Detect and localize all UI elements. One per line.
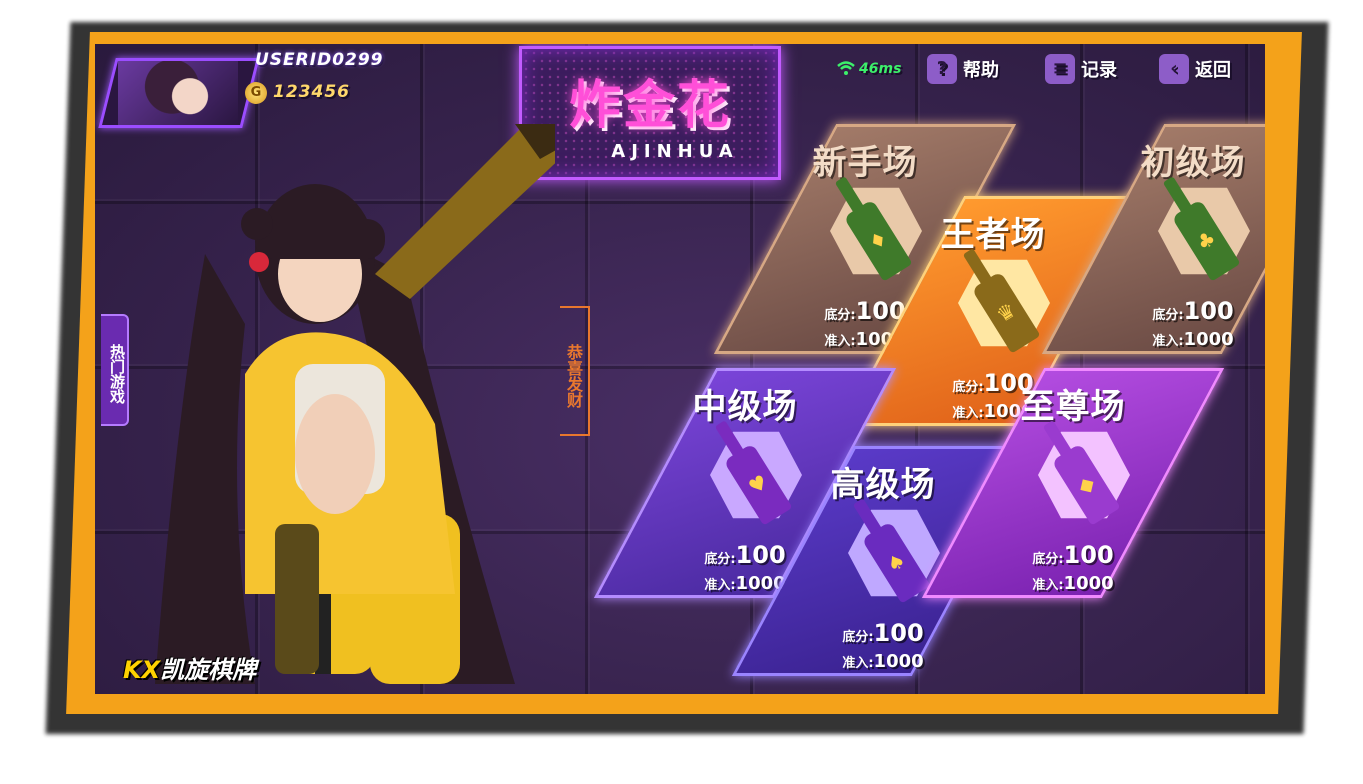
room-base: 底分:100 [1106,297,1265,325]
back-label: 返回 [1195,60,1231,81]
character-illustration [155,124,555,684]
brand-kx: KX [123,656,161,684]
hot-games-tab[interactable]: 热门游戏 [101,314,129,426]
base-label: 底分: [1152,308,1184,323]
room-card-content: 至尊场 ◆ 底分:100 准入:1000 [986,371,1160,595]
room-card-content: 初级场 ♣ 底分:100 准入:1000 [1106,127,1265,351]
entry-label: 准入: [842,656,874,671]
base-value: 100 [735,541,786,569]
base-value: 100 [873,619,924,647]
room-name: 新手场 [812,143,918,183]
room-entry: 准入:1000 [796,651,970,672]
record-label: 记录 [1081,60,1117,81]
help-icon: ? [927,54,957,84]
room-base: 底分:100 [986,541,1160,569]
base-value: 100 [1183,297,1234,325]
room-name: 高级场 [830,465,936,505]
room-base: 底分:100 [796,619,970,647]
brand-name: 凯旋棋牌 [160,656,257,684]
room-entry: 准入:1000 [986,573,1160,594]
game-logo: 炸金花 AJINHUA [519,46,781,180]
base-label: 底分: [704,552,736,567]
entry-label: 准入: [704,578,736,593]
base-label: 底分: [952,380,984,395]
logo-subtitle: AJINHUA [611,141,739,162]
record-icon: ≡ [1045,54,1075,84]
back-button[interactable]: ‹ 返回 [1159,54,1231,84]
wifi-icon [837,60,855,79]
brand-logo: KX凯旋棋牌 [123,650,256,685]
entry-label: 准入: [952,406,984,421]
logo-title: 炸金花 [568,76,731,136]
room-name: 王者场 [940,215,1046,255]
blessing-banner: 恭喜发财 [560,306,590,436]
player-avatar[interactable] [98,58,260,128]
record-button[interactable]: ≡ 记录 [1045,54,1117,84]
lobby-stage: USERID0299 G 123456 炸金花 AJINHUA 46ms ? 帮… [95,44,1265,694]
user-id: USERID0299 [255,50,384,70]
ping-value: 46ms [859,61,902,77]
coin-icon: G [245,82,267,104]
back-icon: ‹ [1159,54,1189,84]
room-entry: 准入:1000 [1106,329,1265,350]
entry-label: 准入: [824,334,856,349]
avatar-portrait [118,61,238,125]
entry-value: 1000 [1063,573,1114,594]
base-label: 底分: [1032,552,1064,567]
room-name: 至尊场 [1020,387,1126,427]
entry-value: 1000 [1183,329,1234,350]
network-status: 46ms [837,54,901,84]
entry-label: 准入: [1152,334,1184,349]
room-name: 中级场 [692,387,798,427]
help-label: 帮助 [963,60,999,81]
base-label: 底分: [842,630,874,645]
entry-value: 1000 [873,651,924,672]
coin-balance: 123456 [273,82,350,102]
entry-label: 准入: [1032,578,1064,593]
base-value: 100 [1063,541,1114,569]
base-label: 底分: [824,308,856,323]
help-button[interactable]: ? 帮助 [927,54,999,84]
